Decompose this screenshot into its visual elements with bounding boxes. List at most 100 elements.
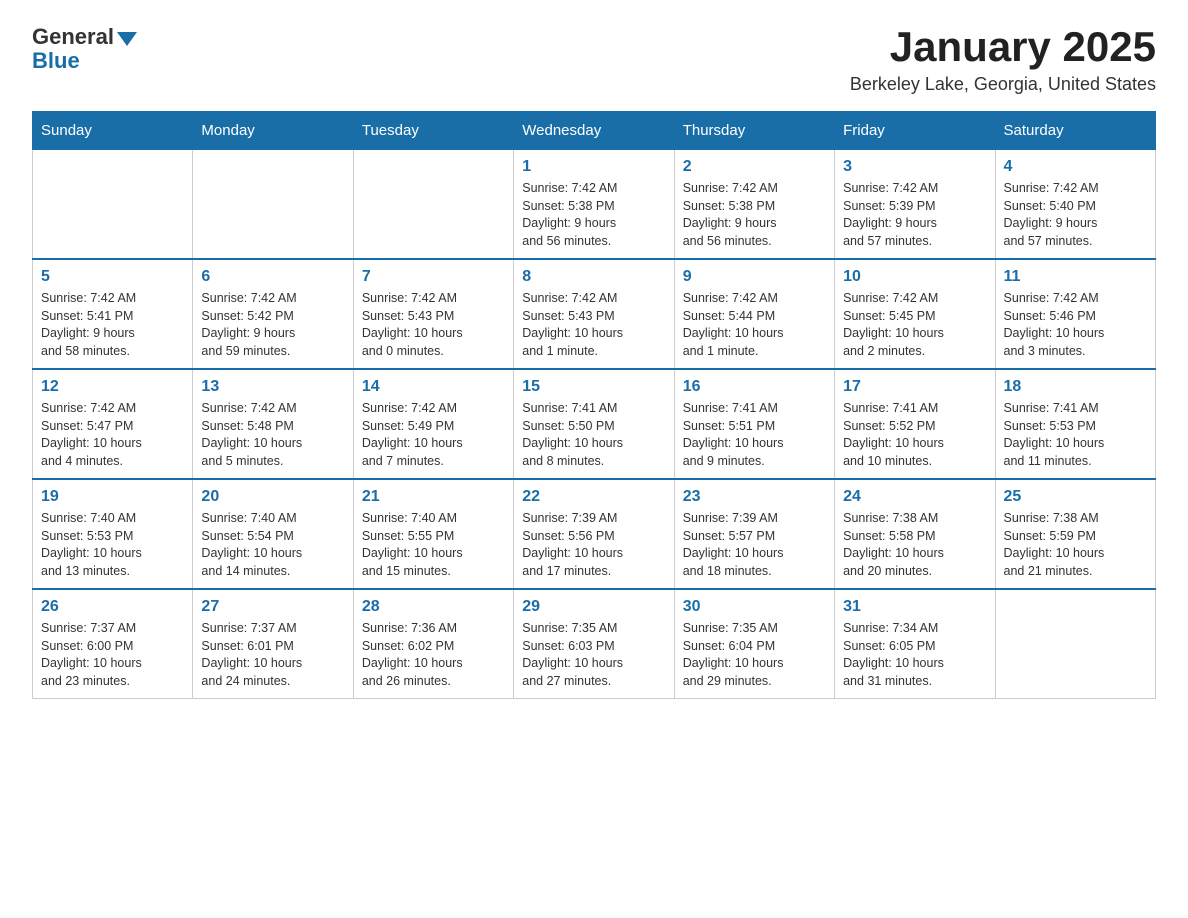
day-info: Sunrise: 7:39 AMSunset: 5:56 PMDaylight:…	[522, 510, 665, 580]
calendar-cell	[995, 589, 1155, 699]
day-number: 6	[201, 268, 344, 286]
weekday-header-saturday: Saturday	[995, 112, 1155, 150]
day-number: 19	[41, 488, 184, 506]
calendar-table: SundayMondayTuesdayWednesdayThursdayFrid…	[32, 111, 1156, 699]
calendar-cell: 1 Sunrise: 7:42 AMSunset: 5:38 PMDaylight…	[514, 150, 674, 260]
day-number: 2	[683, 158, 826, 176]
day-info: Sunrise: 7:42 AMSunset: 5:40 PMDaylight:…	[1004, 180, 1147, 250]
day-info: Sunrise: 7:42 AMSunset: 5:38 PMDaylight:…	[522, 180, 665, 250]
day-number: 8	[522, 268, 665, 286]
day-number: 14	[362, 378, 505, 396]
day-info: Sunrise: 7:42 AMSunset: 5:38 PMDaylight:…	[683, 180, 826, 250]
day-number: 1	[522, 158, 665, 176]
day-number: 10	[843, 268, 986, 286]
day-info: Sunrise: 7:38 AMSunset: 5:59 PMDaylight:…	[1004, 510, 1147, 580]
logo-general-text: General	[32, 24, 114, 50]
calendar-body: 1 Sunrise: 7:42 AMSunset: 5:38 PMDaylight…	[33, 150, 1156, 699]
day-info: Sunrise: 7:38 AMSunset: 5:58 PMDaylight:…	[843, 510, 986, 580]
calendar-cell: 10 Sunrise: 7:42 AMSunset: 5:45 PMDayligh…	[835, 259, 995, 369]
weekday-header-friday: Friday	[835, 112, 995, 150]
day-number: 9	[683, 268, 826, 286]
calendar-cell: 28 Sunrise: 7:36 AMSunset: 6:02 PMDayligh…	[353, 589, 513, 699]
day-number: 24	[843, 488, 986, 506]
day-number: 13	[201, 378, 344, 396]
calendar-cell: 5 Sunrise: 7:42 AMSunset: 5:41 PMDaylight…	[33, 259, 193, 369]
day-number: 27	[201, 598, 344, 616]
day-number: 5	[41, 268, 184, 286]
calendar-cell: 2 Sunrise: 7:42 AMSunset: 5:38 PMDaylight…	[674, 150, 834, 260]
day-number: 4	[1004, 158, 1147, 176]
day-info: Sunrise: 7:42 AMSunset: 5:42 PMDaylight:…	[201, 290, 344, 360]
day-info: Sunrise: 7:40 AMSunset: 5:55 PMDaylight:…	[362, 510, 505, 580]
calendar-cell	[353, 150, 513, 260]
calendar-cell: 26 Sunrise: 7:37 AMSunset: 6:00 PMDayligh…	[33, 589, 193, 699]
day-info: Sunrise: 7:34 AMSunset: 6:05 PMDaylight:…	[843, 620, 986, 690]
day-number: 18	[1004, 378, 1147, 396]
calendar-cell: 4 Sunrise: 7:42 AMSunset: 5:40 PMDaylight…	[995, 150, 1155, 260]
calendar-cell: 31Sunrise: 7:34 AMSunset: 6:05 PMDayligh…	[835, 589, 995, 699]
weekday-header-wednesday: Wednesday	[514, 112, 674, 150]
day-info: Sunrise: 7:42 AMSunset: 5:45 PMDaylight:…	[843, 290, 986, 360]
weekday-header-monday: Monday	[193, 112, 353, 150]
calendar-cell: 17Sunrise: 7:41 AMSunset: 5:52 PMDayligh…	[835, 369, 995, 479]
calendar-week-2: 5 Sunrise: 7:42 AMSunset: 5:41 PMDaylight…	[33, 259, 1156, 369]
day-info: Sunrise: 7:37 AMSunset: 6:00 PMDaylight:…	[41, 620, 184, 690]
calendar-cell: 24 Sunrise: 7:38 AMSunset: 5:58 PMDayligh…	[835, 479, 995, 589]
calendar-week-1: 1 Sunrise: 7:42 AMSunset: 5:38 PMDaylight…	[33, 150, 1156, 260]
calendar-cell	[33, 150, 193, 260]
day-info: Sunrise: 7:41 AMSunset: 5:52 PMDaylight:…	[843, 400, 986, 470]
calendar-cell: 22Sunrise: 7:39 AMSunset: 5:56 PMDayligh…	[514, 479, 674, 589]
day-number: 21	[362, 488, 505, 506]
day-number: 23	[683, 488, 826, 506]
page-subtitle: Berkeley Lake, Georgia, United States	[850, 74, 1156, 95]
day-number: 28	[362, 598, 505, 616]
day-info: Sunrise: 7:42 AMSunset: 5:44 PMDaylight:…	[683, 290, 826, 360]
weekday-header-row: SundayMondayTuesdayWednesdayThursdayFrid…	[33, 112, 1156, 150]
day-info: Sunrise: 7:41 AMSunset: 5:53 PMDaylight:…	[1004, 400, 1147, 470]
day-number: 3	[843, 158, 986, 176]
calendar-cell	[193, 150, 353, 260]
day-info: Sunrise: 7:42 AMSunset: 5:39 PMDaylight:…	[843, 180, 986, 250]
day-number: 30	[683, 598, 826, 616]
day-number: 11	[1004, 268, 1147, 286]
calendar-cell: 7Sunrise: 7:42 AMSunset: 5:43 PMDaylight…	[353, 259, 513, 369]
day-info: Sunrise: 7:36 AMSunset: 6:02 PMDaylight:…	[362, 620, 505, 690]
calendar-cell: 20 Sunrise: 7:40 AMSunset: 5:54 PMDayligh…	[193, 479, 353, 589]
page-title: January 2025	[850, 24, 1156, 70]
calendar-week-5: 26 Sunrise: 7:37 AMSunset: 6:00 PMDayligh…	[33, 589, 1156, 699]
page-header: General Blue January 2025 Berkeley Lake,…	[32, 24, 1156, 95]
logo: General Blue	[32, 24, 137, 74]
day-info: Sunrise: 7:41 AMSunset: 5:50 PMDaylight:…	[522, 400, 665, 470]
day-info: Sunrise: 7:42 AMSunset: 5:46 PMDaylight:…	[1004, 290, 1147, 360]
day-number: 29	[522, 598, 665, 616]
calendar-cell: 15Sunrise: 7:41 AMSunset: 5:50 PMDayligh…	[514, 369, 674, 479]
day-info: Sunrise: 7:35 AMSunset: 6:03 PMDaylight:…	[522, 620, 665, 690]
day-info: Sunrise: 7:42 AMSunset: 5:41 PMDaylight:…	[41, 290, 184, 360]
day-number: 20	[201, 488, 344, 506]
day-info: Sunrise: 7:35 AMSunset: 6:04 PMDaylight:…	[683, 620, 826, 690]
calendar-cell: 6 Sunrise: 7:42 AMSunset: 5:42 PMDaylight…	[193, 259, 353, 369]
calendar-cell: 30 Sunrise: 7:35 AMSunset: 6:04 PMDayligh…	[674, 589, 834, 699]
calendar-cell: 11 Sunrise: 7:42 AMSunset: 5:46 PMDayligh…	[995, 259, 1155, 369]
calendar-cell: 18 Sunrise: 7:41 AMSunset: 5:53 PMDayligh…	[995, 369, 1155, 479]
calendar-cell: 16Sunrise: 7:41 AMSunset: 5:51 PMDayligh…	[674, 369, 834, 479]
day-number: 16	[683, 378, 826, 396]
weekday-header-tuesday: Tuesday	[353, 112, 513, 150]
calendar-cell: 21 Sunrise: 7:40 AMSunset: 5:55 PMDayligh…	[353, 479, 513, 589]
calendar-cell: 8Sunrise: 7:42 AMSunset: 5:43 PMDaylight…	[514, 259, 674, 369]
logo-blue-text: Blue	[32, 48, 80, 74]
calendar-cell: 12Sunrise: 7:42 AMSunset: 5:47 PMDayligh…	[33, 369, 193, 479]
calendar-cell: 25 Sunrise: 7:38 AMSunset: 5:59 PMDayligh…	[995, 479, 1155, 589]
day-info: Sunrise: 7:37 AMSunset: 6:01 PMDaylight:…	[201, 620, 344, 690]
day-number: 26	[41, 598, 184, 616]
day-info: Sunrise: 7:42 AMSunset: 5:49 PMDaylight:…	[362, 400, 505, 470]
day-number: 12	[41, 378, 184, 396]
calendar-cell: 13 Sunrise: 7:42 AMSunset: 5:48 PMDayligh…	[193, 369, 353, 479]
day-info: Sunrise: 7:42 AMSunset: 5:48 PMDaylight:…	[201, 400, 344, 470]
day-info: Sunrise: 7:39 AMSunset: 5:57 PMDaylight:…	[683, 510, 826, 580]
calendar-week-4: 19Sunrise: 7:40 AMSunset: 5:53 PMDayligh…	[33, 479, 1156, 589]
day-info: Sunrise: 7:40 AMSunset: 5:54 PMDaylight:…	[201, 510, 344, 580]
calendar-cell: 19Sunrise: 7:40 AMSunset: 5:53 PMDayligh…	[33, 479, 193, 589]
day-number: 25	[1004, 488, 1147, 506]
calendar-week-3: 12Sunrise: 7:42 AMSunset: 5:47 PMDayligh…	[33, 369, 1156, 479]
